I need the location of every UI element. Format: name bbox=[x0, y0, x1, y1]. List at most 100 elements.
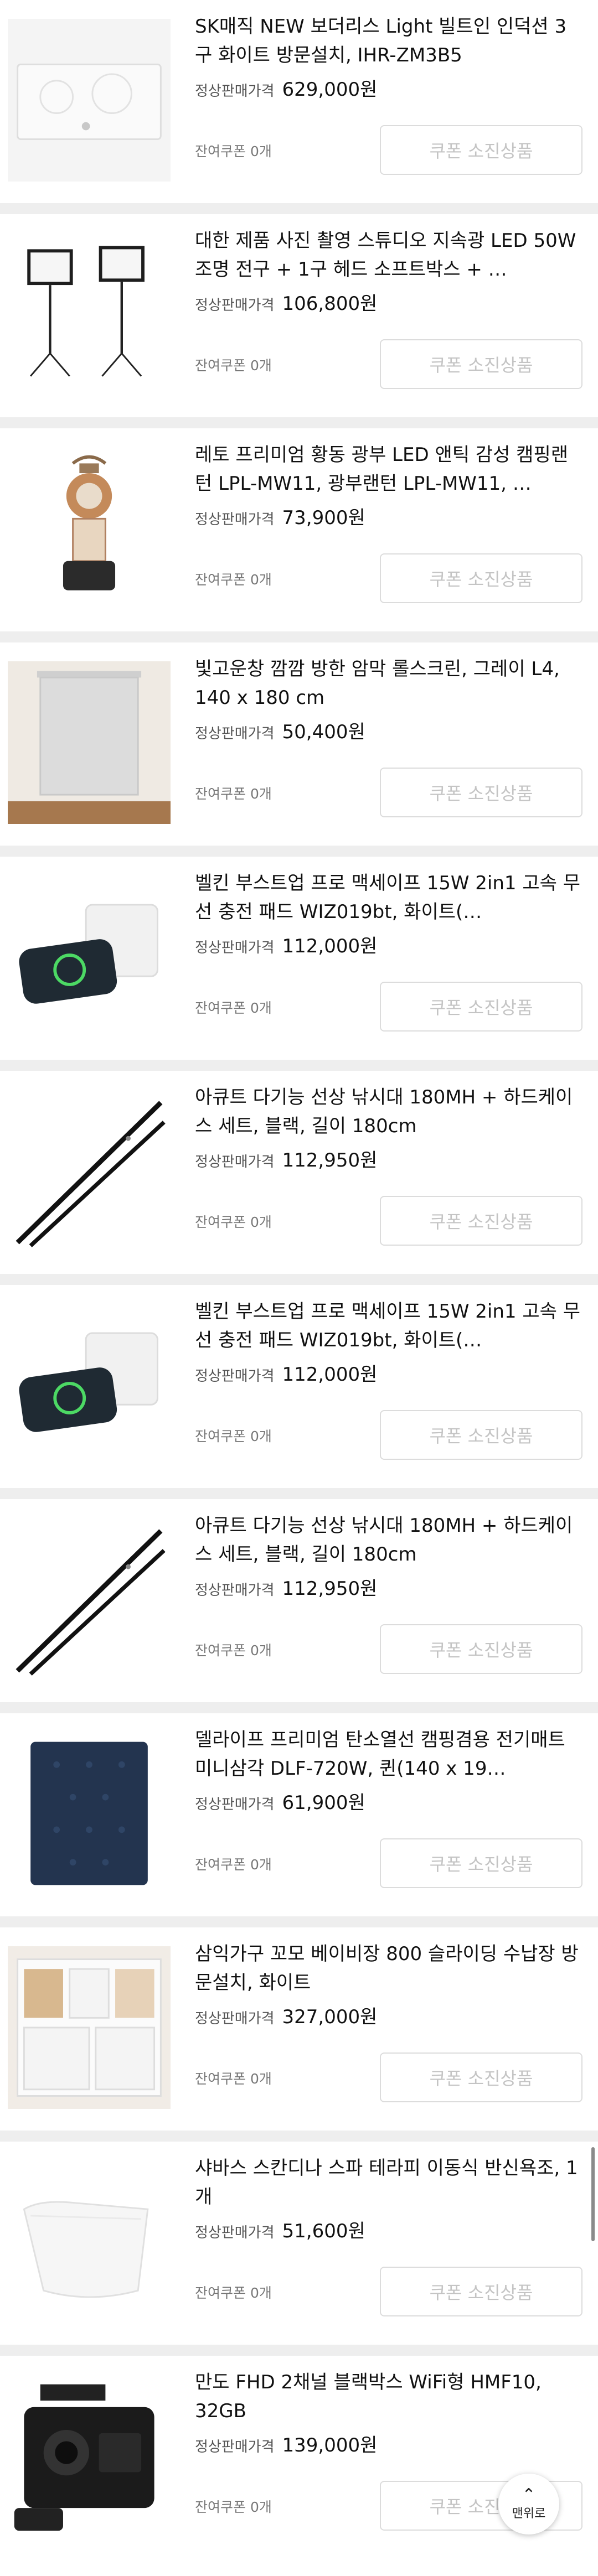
product-item[interactable]: 삼익가구 꼬모 베이비장 800 슬라이딩 수납장 방문설치, 화이트정상판매가… bbox=[0, 1927, 598, 2131]
price-row: 정상판매가격 327,000원 bbox=[195, 2002, 377, 2029]
price-row: 정상판매가격 106,800원 bbox=[195, 288, 377, 315]
price-value: 61,900원 bbox=[282, 1792, 365, 1814]
price-label: 정상판매가격 bbox=[195, 83, 275, 100]
item-divider bbox=[0, 417, 598, 428]
coupon-exhausted-button[interactable]: 쿠폰 소진상품 bbox=[380, 1624, 582, 1674]
coupon-exhausted-button[interactable]: 쿠폰 소진상품 bbox=[380, 553, 582, 603]
coupon-exhausted-button[interactable]: 쿠폰 소진상품 bbox=[380, 1838, 582, 1888]
item-divider bbox=[0, 846, 598, 857]
product-title[interactable]: 샤바스 스칸디나 스파 테라피 이동식 반신욕조, 1개 bbox=[195, 2154, 582, 2211]
price-value: 51,600원 bbox=[282, 2220, 365, 2242]
item-divider bbox=[0, 2345, 598, 2356]
product-title[interactable]: SK매직 NEW 보더리스 Light 빌트인 인덕션 3구 화이트 방문설치,… bbox=[195, 12, 582, 70]
product-image[interactable] bbox=[8, 2160, 171, 2323]
product-image[interactable] bbox=[8, 2375, 171, 2537]
product-image[interactable] bbox=[8, 1518, 171, 1681]
coupon-exhausted-button[interactable]: 쿠폰 소진상품 bbox=[380, 768, 582, 817]
price-row: 정상판매가격 112,950원 bbox=[195, 1573, 377, 1600]
price-value: 112,000원 bbox=[282, 1364, 378, 1386]
product-image[interactable] bbox=[8, 875, 171, 1038]
remaining-coupon-text: 잔여쿠폰 0개 bbox=[195, 1000, 272, 1016]
product-image[interactable] bbox=[8, 1946, 171, 2109]
price-value: 106,800원 bbox=[282, 293, 378, 315]
remaining-coupon-text: 잔여쿠폰 0개 bbox=[195, 1214, 272, 1230]
product-image[interactable] bbox=[8, 1304, 171, 1466]
item-divider bbox=[0, 1274, 598, 1285]
product-title[interactable]: 아큐트 다기능 선상 낚시대 180MH + 하드케이스 세트, 블랙, 길이 … bbox=[195, 1083, 582, 1141]
remaining-coupon-text: 잔여쿠폰 0개 bbox=[195, 1857, 272, 1873]
product-title[interactable]: 레토 프리미엄 황동 광부 LED 앤틱 감성 캠핑랜턴 LPL-MW11, 광… bbox=[195, 440, 582, 498]
scroll-to-top-label: 맨위로 bbox=[512, 2507, 546, 2521]
price-label: 정상판매가격 bbox=[195, 2225, 275, 2241]
price-value: 112,950원 bbox=[282, 1149, 378, 1172]
price-value: 139,000원 bbox=[282, 2434, 378, 2456]
price-label: 정상판매가격 bbox=[195, 940, 275, 956]
product-image[interactable] bbox=[8, 233, 171, 396]
price-value: 112,000원 bbox=[282, 935, 378, 957]
price-value: 112,950원 bbox=[282, 1578, 378, 1600]
product-title[interactable]: 아큐트 다기능 선상 낚시대 180MH + 하드케이스 세트, 블랙, 길이 … bbox=[195, 1511, 582, 1569]
coupon-exhausted-button[interactable]: 쿠폰 소진상품 bbox=[380, 339, 582, 389]
price-value: 50,400원 bbox=[282, 721, 365, 743]
item-divider bbox=[0, 1488, 598, 1499]
coupon-exhausted-button[interactable]: 쿠폰 소진상품 bbox=[380, 1196, 582, 1246]
product-item[interactable]: 벨킨 부스트업 프로 맥세이프 15W 2in1 고속 무선 충전 패드 WIZ… bbox=[0, 857, 598, 1060]
product-image[interactable] bbox=[8, 1090, 171, 1252]
price-label: 정상판매가격 bbox=[195, 1582, 275, 1599]
item-divider bbox=[0, 631, 598, 642]
product-title[interactable]: 벨킨 부스트업 프로 맥세이프 15W 2in1 고속 무선 충전 패드 WIZ… bbox=[195, 1297, 582, 1355]
price-label: 정상판매가격 bbox=[195, 725, 275, 742]
price-row: 정상판매가격 629,000원 bbox=[195, 74, 377, 101]
scroll-to-top-button[interactable]: ⌃ 맨위로 bbox=[498, 2474, 559, 2534]
product-image[interactable] bbox=[8, 447, 171, 610]
price-label: 정상판매가격 bbox=[195, 2439, 275, 2455]
product-list: SK매직 NEW 보더리스 Light 빌트인 인덕션 3구 화이트 방문설치,… bbox=[0, 0, 598, 2559]
product-title[interactable]: 삼익가구 꼬모 베이비장 800 슬라이딩 수납장 방문설치, 화이트 bbox=[195, 1940, 582, 1997]
product-item[interactable]: 아큐트 다기능 선상 낚시대 180MH + 하드케이스 세트, 블랙, 길이 … bbox=[0, 1071, 598, 1274]
remaining-coupon-text: 잔여쿠폰 0개 bbox=[195, 2071, 272, 2087]
item-divider bbox=[0, 1060, 598, 1071]
product-item[interactable]: 델라이프 프리미엄 탄소열선 캠핑겸용 전기매트 미니삼각 DLF-720W, … bbox=[0, 1713, 598, 1916]
price-label: 정상판매가격 bbox=[195, 1368, 275, 1385]
coupon-exhausted-button[interactable]: 쿠폰 소진상품 bbox=[380, 2052, 582, 2102]
product-item[interactable]: 아큐트 다기능 선상 낚시대 180MH + 하드케이스 세트, 블랙, 길이 … bbox=[0, 1499, 598, 1702]
coupon-exhausted-button[interactable]: 쿠폰 소진상품 bbox=[380, 125, 582, 175]
remaining-coupon-text: 잔여쿠폰 0개 bbox=[195, 1428, 272, 1444]
remaining-coupon-text: 잔여쿠폰 0개 bbox=[195, 2285, 272, 2301]
product-item[interactable]: 레토 프리미엄 황동 광부 LED 앤틱 감성 캠핑랜턴 LPL-MW11, 광… bbox=[0, 428, 598, 631]
coupon-exhausted-button[interactable]: 쿠폰 소진상품 bbox=[380, 2267, 582, 2316]
remaining-coupon-text: 잔여쿠폰 0개 bbox=[195, 2499, 272, 2515]
product-item[interactable]: 대한 제품 사진 촬영 스튜디오 지속광 LED 50W 조명 전구 + 1구 … bbox=[0, 214, 598, 417]
item-divider bbox=[0, 1702, 598, 1713]
product-title[interactable]: 대한 제품 사진 촬영 스튜디오 지속광 LED 50W 조명 전구 + 1구 … bbox=[195, 226, 582, 284]
product-item[interactable]: 샤바스 스칸디나 스파 테라피 이동식 반신욕조, 1개정상판매가격 51,600… bbox=[0, 2142, 598, 2345]
product-image[interactable] bbox=[8, 19, 171, 182]
price-row: 정상판매가격 139,000원 bbox=[195, 2430, 377, 2457]
scrollbar[interactable] bbox=[591, 2147, 595, 2241]
product-title[interactable]: 만도 FHD 2채널 블랙박스 WiFi형 HMF10, 32GB bbox=[195, 2368, 582, 2425]
price-row: 정상판매가격 50,400원 bbox=[195, 717, 365, 744]
remaining-coupon-text: 잔여쿠폰 0개 bbox=[195, 357, 272, 374]
price-row: 정상판매가격 61,900원 bbox=[195, 1787, 365, 1815]
product-item[interactable]: SK매직 NEW 보더리스 Light 빌트인 인덕션 3구 화이트 방문설치,… bbox=[0, 0, 598, 203]
product-title[interactable]: 벨킨 부스트업 프로 맥세이프 15W 2in1 고속 무선 충전 패드 WIZ… bbox=[195, 869, 582, 926]
product-title[interactable]: 델라이프 프리미엄 탄소열선 캠핑겸용 전기매트 미니삼각 DLF-720W, … bbox=[195, 1725, 582, 1783]
price-label: 정상판매가격 bbox=[195, 2010, 275, 2027]
coupon-exhausted-button[interactable]: 쿠폰 소진상품 bbox=[380, 1410, 582, 1460]
remaining-coupon-text: 잔여쿠폰 0개 bbox=[195, 143, 272, 159]
product-item[interactable]: 빛고운창 깜깜 방한 암막 롤스크린, 그레이 L4, 140 x 180 cm… bbox=[0, 642, 598, 846]
price-row: 정상판매가격 51,600원 bbox=[195, 2216, 365, 2243]
coupon-exhausted-button[interactable]: 쿠폰 소진상품 bbox=[380, 982, 582, 1032]
chevron-up-icon: ⌃ bbox=[522, 2485, 536, 2505]
product-item[interactable]: 만도 FHD 2채널 블랙박스 WiFi형 HMF10, 32GB 정상판매가격 1… bbox=[0, 2356, 598, 2559]
product-item[interactable]: 벨킨 부스트업 프로 맥세이프 15W 2in1 고속 무선 충전 패드 WIZ… bbox=[0, 1285, 598, 1488]
price-row: 정상판매가격 73,900원 bbox=[195, 502, 365, 530]
price-row: 정상판매가격 112,950원 bbox=[195, 1145, 377, 1172]
product-title[interactable]: 빛고운창 깜깜 방한 암막 롤스크린, 그레이 L4, 140 x 180 cm bbox=[195, 655, 582, 712]
item-divider bbox=[0, 203, 598, 214]
item-divider bbox=[0, 2131, 598, 2142]
remaining-coupon-text: 잔여쿠폰 0개 bbox=[195, 572, 272, 588]
product-image[interactable] bbox=[8, 1732, 171, 1895]
remaining-coupon-text: 잔여쿠폰 0개 bbox=[195, 786, 272, 802]
product-image[interactable] bbox=[8, 661, 171, 824]
